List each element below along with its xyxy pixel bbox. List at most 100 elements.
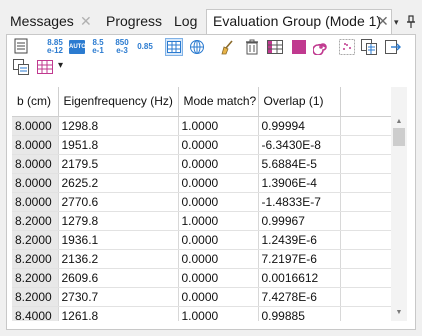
tab-log[interactable]: Log (168, 10, 204, 34)
table-cell[interactable]: 8.0000 (12, 192, 59, 212)
copy-table-icon[interactable] (360, 38, 378, 56)
decimal-notation-icon[interactable]: 0.85 (134, 38, 156, 56)
clear-broom-icon[interactable] (218, 38, 236, 56)
scrollbar-thumb[interactable] (393, 128, 405, 146)
table-cell[interactable]: 0.0000 (178, 249, 259, 269)
table-cell-empty (340, 249, 391, 269)
column-header[interactable]: Eigenfrequency (Hz) (58, 87, 179, 117)
table-row[interactable]: 8.0000 1951.8 0.0000 -6.3430E-8 (12, 135, 391, 155)
table-cell[interactable]: 1.0000 (178, 306, 259, 321)
scatter-plot-icon[interactable] (338, 38, 356, 56)
pin-icon[interactable] (406, 15, 416, 29)
table-cell[interactable]: 0.0000 (178, 154, 259, 174)
table-cell[interactable]: 7.2197E-6 (258, 249, 341, 269)
scientific-bottom: e-3 (116, 46, 128, 55)
spiral-icon[interactable] (312, 38, 330, 56)
delete-trash-icon[interactable] (243, 38, 261, 56)
close-icon[interactable]: ✕ (377, 10, 389, 32)
table-cell[interactable]: 0.99885 (258, 306, 341, 321)
table-cell[interactable]: 8.0000 (12, 135, 59, 155)
table-cell[interactable]: 8.0000 (12, 173, 59, 193)
table-cell[interactable]: 8.2000 (12, 230, 59, 250)
table-row[interactable]: 8.0000 1298.8 1.0000 0.99994 (12, 116, 391, 136)
table-cell[interactable]: 2609.6 (58, 268, 179, 288)
table-cell[interactable]: 8.2000 (12, 268, 59, 288)
scientific-notation-icon[interactable]: 850 e-3 (112, 38, 132, 56)
table-row[interactable]: 8.2000 2609.6 0.0000 0.0016612 (12, 268, 391, 288)
table-row[interactable]: 8.2000 2730.7 0.0000 7.4278E-6 (12, 287, 391, 307)
table-cell[interactable]: 8.2000 (12, 249, 59, 269)
table-cell[interactable]: 2179.5 (58, 154, 179, 174)
table-cell[interactable]: 1.0000 (178, 116, 259, 136)
table-cell[interactable]: 0.0000 (178, 135, 259, 155)
table-cell[interactable]: 0.99994 (258, 116, 341, 136)
table-cell[interactable]: 1.2439E-6 (258, 230, 341, 250)
table-cell[interactable]: 0.0016612 (258, 268, 341, 288)
table-cell-empty (340, 306, 391, 321)
table-cell[interactable]: 5.6884E-5 (258, 154, 341, 174)
grid-globe-icon[interactable] (188, 38, 206, 56)
table-cell[interactable]: 2770.6 (58, 192, 179, 212)
table-cell[interactable]: 8.2000 (12, 211, 59, 231)
table-row[interactable]: 8.0000 2179.5 0.0000 5.6884E-5 (12, 154, 391, 174)
tab-evaluation-group[interactable]: Evaluation Group (Mode 1) ✕ (206, 9, 392, 36)
table-cell-empty (340, 173, 391, 193)
table-cell[interactable]: 0.0000 (178, 173, 259, 193)
scroll-up-icon[interactable]: ▲ (394, 118, 404, 126)
fewer-digits-bottom: e-1 (92, 46, 104, 55)
table-cell-empty (340, 211, 391, 231)
table-cell-empty (340, 154, 391, 174)
table-cell[interactable]: 0.0000 (178, 192, 259, 212)
table-cell[interactable]: 0.0000 (178, 268, 259, 288)
precision-exponent-icon[interactable]: 8.85 e-12 (44, 38, 66, 56)
table-row[interactable]: 8.4000 1261.8 1.0000 0.99885 (12, 306, 391, 321)
split-view-icon[interactable] (12, 58, 30, 76)
tab-progress[interactable]: Progress (100, 10, 166, 34)
chevron-down-icon[interactable]: ▾ (58, 60, 63, 71)
column-header-empty (340, 87, 391, 117)
table-cell[interactable]: 7.4278E-6 (258, 287, 341, 307)
table-cell[interactable]: 1298.8 (58, 116, 179, 136)
table-columns-icon[interactable] (266, 38, 284, 56)
table-cell[interactable]: 1279.8 (58, 211, 179, 231)
table-cell[interactable]: -6.3430E-8 (258, 135, 341, 155)
auto-format-icon[interactable]: AUTO (68, 38, 86, 56)
column-header[interactable]: Mode match? (178, 87, 259, 117)
fewer-digits-icon[interactable]: 8.5 e-1 (90, 38, 106, 56)
auto-label: AUTO (69, 40, 86, 54)
table-cell[interactable]: 1951.8 (58, 135, 179, 155)
table-cell[interactable]: 1261.8 (58, 306, 179, 321)
table-row[interactable]: 8.0000 2770.6 0.0000 -1.4833E-7 (12, 192, 391, 212)
column-header[interactable]: b (cm) (12, 87, 59, 117)
column-header[interactable]: Overlap (1) (258, 87, 341, 117)
table-cell[interactable]: 2730.7 (58, 287, 179, 307)
tab-messages[interactable]: Messages ✕ (4, 10, 94, 34)
cell-color-grid-icon[interactable] (36, 58, 54, 76)
table-cell[interactable]: 2136.2 (58, 249, 179, 269)
table-cell[interactable]: 0.0000 (178, 230, 259, 250)
export-icon[interactable] (384, 38, 402, 56)
table-cell[interactable]: 8.0000 (12, 116, 59, 136)
table-row[interactable]: 8.0000 2625.2 0.0000 1.3906E-4 (12, 173, 391, 193)
table-cell[interactable]: 8.4000 (12, 306, 59, 321)
table-cell[interactable]: 8.0000 (12, 154, 59, 174)
table-cell[interactable]: 0.0000 (178, 287, 259, 307)
table-row[interactable]: 8.2000 1936.1 0.0000 1.2439E-6 (12, 230, 391, 250)
table-row[interactable]: 8.2000 1279.8 1.0000 0.99967 (12, 211, 391, 231)
scroll-down-icon[interactable]: ▼ (394, 309, 404, 317)
table-cell[interactable]: 8.2000 (12, 287, 59, 307)
tab-list-chevron-icon[interactable]: ▾ (394, 17, 404, 27)
close-icon[interactable]: ✕ (80, 10, 92, 32)
table-cell[interactable]: 1.0000 (178, 211, 259, 231)
table-cell[interactable]: -1.4833E-7 (258, 192, 341, 212)
results-table: b (cm) Eigenfrequency (Hz) Mode match? O… (12, 87, 391, 321)
table-settings-icon[interactable] (12, 37, 30, 55)
table-view-icon[interactable] (165, 38, 183, 56)
table-cell[interactable]: 2625.2 (58, 173, 179, 193)
table-cell[interactable]: 1936.1 (58, 230, 179, 250)
table-cell-empty (340, 287, 391, 307)
table-cell[interactable]: 1.3906E-4 (258, 173, 341, 193)
table-cell[interactable]: 0.99967 (258, 211, 341, 231)
color-swatch-icon[interactable] (290, 38, 308, 56)
table-row[interactable]: 8.2000 2136.2 0.0000 7.2197E-6 (12, 249, 391, 269)
